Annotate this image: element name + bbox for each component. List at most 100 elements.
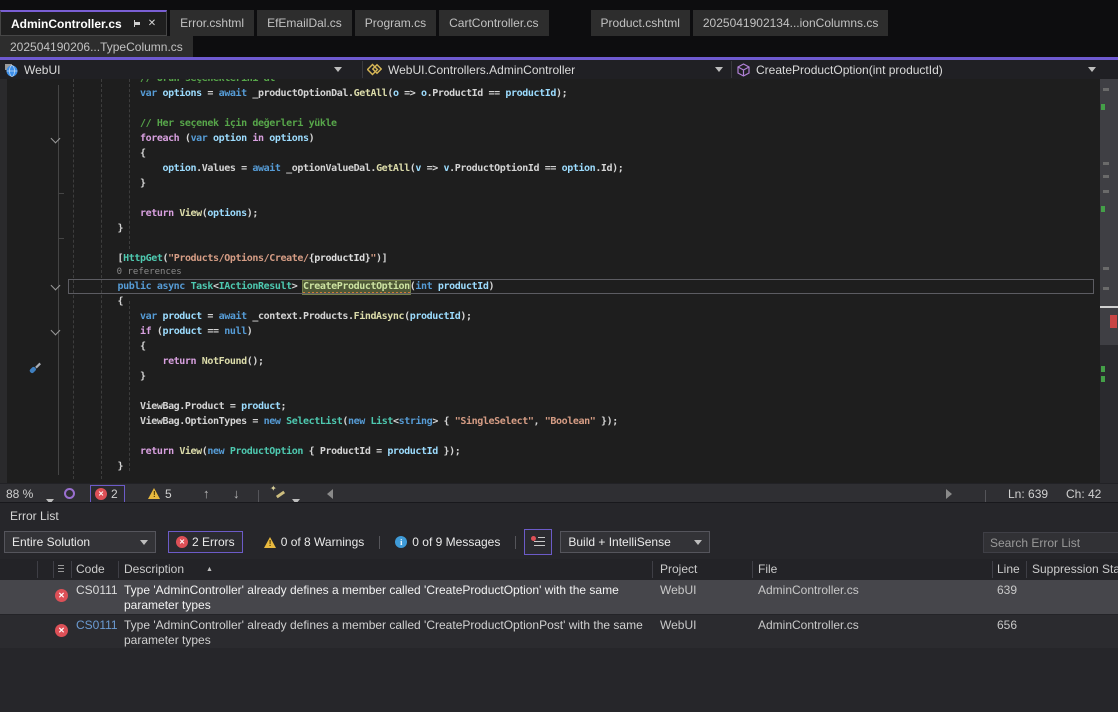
code-surface[interactable]: // Ürün seçeneklerini al var options = a…	[68, 79, 1094, 483]
panel-title: Error List	[10, 509, 59, 523]
tab-2025041902134-ioncolumns-cs[interactable]: 2025041902134...ionColumns.cs	[693, 10, 888, 36]
tab-row-1: AdminController.csError.cshtmlEfEmailDal…	[0, 10, 891, 36]
code-token: product	[162, 326, 201, 337]
code-token: new	[264, 416, 281, 427]
line-indicator[interactable]: Ln: 639	[1008, 484, 1048, 503]
code-token: _productOptionDal.	[247, 88, 354, 99]
column-indicator[interactable]: Ch: 42	[1066, 484, 1101, 503]
code-token: options	[157, 88, 202, 99]
code-token: );	[247, 208, 258, 219]
code-token: productId	[505, 88, 556, 99]
tab-cartcontroller-cs[interactable]: CartController.cs	[439, 10, 548, 36]
highlighted-symbol: CreateProductOption	[303, 281, 410, 294]
change-marker	[1103, 267, 1109, 270]
hscroll-left-button[interactable]	[327, 484, 333, 503]
code-line: }	[68, 221, 1094, 236]
change-marker	[1103, 190, 1109, 193]
search-input[interactable]	[984, 533, 1118, 552]
code-token: ==	[202, 326, 224, 337]
code-cleanup-button[interactable]	[270, 484, 286, 503]
hscroll-right-button[interactable]	[946, 484, 952, 503]
code-token: foreach	[95, 133, 179, 144]
project-dropdown[interactable]: WebUI	[4, 60, 356, 79]
close-icon[interactable]	[148, 18, 156, 29]
member-name: CreateProductOption(int productId)	[756, 63, 943, 77]
code-token: null	[224, 326, 246, 337]
tab-program-cs[interactable]: Program.cs	[355, 10, 436, 36]
code-token: _context.Products.	[247, 311, 354, 322]
code-token: >	[292, 281, 303, 292]
column-header-suppression-state[interactable]: Suppression State	[1032, 562, 1118, 576]
code-token: .ProductOptionId ==	[449, 163, 561, 174]
column-divider	[53, 561, 54, 578]
divider	[731, 61, 732, 78]
code-token: (	[151, 326, 162, 337]
code-editor[interactable]: // Ürün seçeneklerini al var options = a…	[0, 79, 1118, 483]
code-line	[68, 384, 1094, 399]
method-cube-icon	[737, 63, 750, 77]
error-project: WebUI	[660, 583, 696, 597]
project-icon	[4, 63, 18, 77]
quick-actions-screwdriver-icon[interactable]	[28, 359, 44, 375]
intellicode-button[interactable]	[64, 484, 75, 503]
vs-window: AdminController.csError.cshtmlEfEmailDal…	[0, 0, 1118, 712]
next-issue-button[interactable]	[233, 484, 240, 503]
vertical-scrollbar[interactable]	[1100, 79, 1118, 483]
error-file: AdminController.cs	[758, 583, 859, 597]
code-line: if (product == null)	[68, 324, 1094, 339]
previous-issue-button[interactable]	[203, 484, 210, 503]
column-header-description[interactable]: Description	[124, 562, 213, 576]
column-header-code[interactable]: Code	[76, 562, 105, 576]
column-header-file[interactable]: File	[758, 562, 777, 576]
tab-row-2: 202504190206...TypeColumn.cs	[0, 36, 196, 57]
member-dropdown[interactable]: CreateProductOption(int productId)	[737, 60, 1082, 79]
messages-filter-label: 0 of 9 Messages	[412, 535, 500, 549]
code-line: {	[68, 146, 1094, 161]
code-line: // Ürün seçeneklerini al	[68, 79, 1094, 86]
code-token: );	[460, 311, 471, 322]
warnings-filter-button[interactable]: 0 of 8 Warnings	[257, 531, 372, 553]
code-token: GetAll	[354, 88, 388, 99]
code-token: .Id);	[595, 163, 623, 174]
column-header-label: Line	[997, 562, 1020, 576]
tab-error-cshtml[interactable]: Error.cshtml	[170, 10, 254, 36]
column-header-line[interactable]: Line	[997, 562, 1020, 576]
code-token: productId	[387, 446, 438, 457]
tab-product-cshtml[interactable]: Product.cshtml	[591, 10, 690, 36]
tab-admincontroller-cs[interactable]: AdminController.cs	[0, 10, 167, 36]
error-row[interactable]: CS0111 Type 'AdminController' already def…	[0, 580, 1118, 614]
error-table-body: CS0111 Type 'AdminController' already def…	[0, 580, 1118, 648]
error-row[interactable]: CS0111Type 'AdminController' already def…	[0, 614, 1118, 648]
type-dropdown[interactable]: WebUI.Controllers.AdminController	[367, 60, 715, 79]
codelens-line[interactable]: 0 references	[68, 266, 1094, 279]
code-token: View	[179, 208, 201, 219]
list-settings-button[interactable]	[524, 529, 552, 555]
column-header-project[interactable]: Project	[660, 562, 697, 576]
code-token: productId	[432, 281, 488, 292]
tab-efemaildal-cs[interactable]: EfEmailDal.cs	[257, 10, 352, 36]
build-intellisense-dropdown[interactable]: Build + IntelliSense	[560, 531, 710, 553]
broom-icon	[270, 487, 286, 501]
error-code[interactable]: CS0111	[76, 618, 118, 632]
error-description: Type 'AdminController' already defines a…	[124, 583, 669, 613]
error-table-header: Code Description Project File Line Suppressio…	[0, 559, 1118, 581]
warnings-badge-button[interactable]: 5	[148, 484, 172, 503]
code-token: }	[95, 371, 146, 382]
tab-label: CartController.cs	[449, 16, 538, 30]
project-name: WebUI	[24, 63, 60, 77]
errors-filter-button[interactable]: 2 Errors	[168, 531, 243, 553]
code-line: return View(options);	[68, 206, 1094, 221]
messages-filter-button[interactable]: 0 of 9 Messages	[388, 531, 507, 553]
error-icon	[176, 536, 188, 548]
errors-badge-button[interactable]: 2	[90, 485, 125, 503]
column-divider	[652, 561, 653, 578]
code-token: }	[95, 461, 123, 472]
scope-dropdown[interactable]: Entire Solution	[4, 531, 156, 553]
code-token: 0 references	[95, 267, 182, 277]
zoom-level[interactable]: 88 %	[6, 484, 33, 503]
code-line: foreach (var option in options)	[68, 131, 1094, 146]
editor-status-bar: 88 % 2 5 Ln: 639 Ch: 42	[0, 483, 1118, 503]
pin-icon[interactable]	[130, 18, 141, 29]
error-code[interactable]: CS0111	[76, 583, 118, 597]
tab-202504190206-typecolumn-cs[interactable]: 202504190206...TypeColumn.cs	[0, 36, 193, 57]
